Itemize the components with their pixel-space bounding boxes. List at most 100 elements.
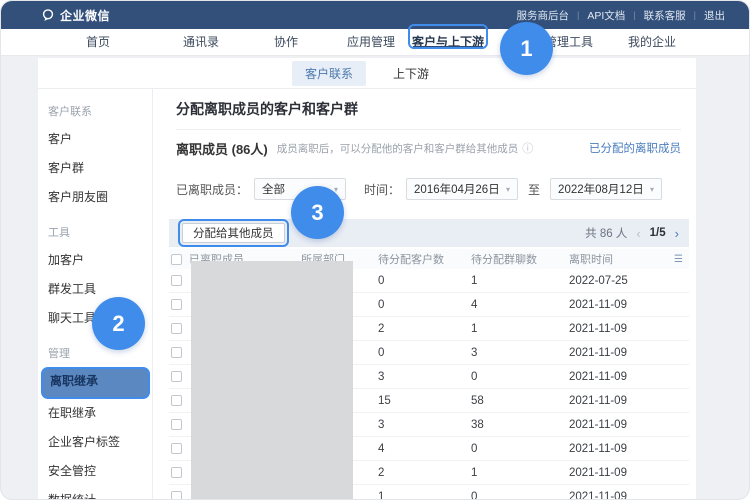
wecom-logo-icon [41, 8, 55, 22]
sidebar-item-customer-groups[interactable]: 客户群 [38, 154, 152, 183]
pending-groups-cell: 1 [471, 275, 569, 287]
api-docs-link[interactable]: API文档 [587, 8, 625, 23]
info-icon: ⓘ [522, 140, 533, 156]
pending-customers-cell: 0 [378, 299, 471, 311]
annotation-box-3: 分配给其他成员 [178, 219, 289, 247]
date-from-value: 2016年04月26日 [414, 181, 500, 197]
sidebar-item-customers[interactable]: 客户 [38, 125, 152, 154]
divider [176, 129, 681, 130]
tab-customer-contact[interactable]: 客户联系 [292, 61, 366, 86]
row-checkbox[interactable] [171, 299, 182, 310]
prev-page-icon[interactable]: ‹ [636, 226, 640, 241]
row-checkbox[interactable] [171, 371, 182, 382]
resign-date-cell: 2021-11-09 [569, 347, 664, 359]
main-content: 分配离职成员的客户和客户群 离职成员 (86人) 成员离职后，可以分配他的客户和… [153, 89, 696, 500]
nav-app-management[interactable]: 应用管理 [347, 33, 395, 50]
sidebar: 客户联系 客户 客户群 客户朋友圈 工具 加客户 群发工具 聊天工具 管理 离职… [38, 89, 153, 500]
resign-date-cell: 2021-11-09 [569, 491, 664, 500]
annotation-badge-2: 2 [92, 297, 145, 350]
topbar-links: 服务商后台 | API文档 | 联系客服 | 退出 [517, 8, 725, 23]
resign-date-cell: 2021-11-09 [569, 467, 664, 479]
pending-customers-cell: 0 [378, 275, 471, 287]
chevron-down-icon: ▾ [650, 185, 654, 194]
resign-date-cell: 2022-07-25 [569, 275, 664, 287]
resign-date-cell: 2021-11-09 [569, 299, 664, 311]
sidebar-item-group-message-tool[interactable]: 群发工具 [38, 275, 152, 304]
pending-customers-cell: 1 [378, 491, 471, 500]
row-checkbox[interactable] [171, 275, 182, 286]
page-indicator: 1/5 [650, 227, 666, 239]
member-filter-value: 全部 [262, 181, 285, 197]
date-to-select[interactable]: 2022年08月12日 ▾ [550, 178, 662, 200]
sidebar-item-customer-tags[interactable]: 企业客户标签 [38, 428, 152, 457]
pending-customers-cell: 3 [378, 419, 471, 431]
separator: | [577, 10, 579, 20]
sidebar-section-tools: 工具 [38, 224, 152, 242]
pending-groups-cell: 38 [471, 419, 569, 431]
pending-groups-cell: 1 [471, 467, 569, 479]
section-description: 成员离职后，可以分配他的客户和客户群给其他成员 [277, 141, 519, 156]
pending-customers-cell: 4 [378, 443, 471, 455]
resign-date-cell: 2021-11-09 [569, 323, 664, 335]
pending-customers-cell: 0 [378, 347, 471, 359]
row-checkbox[interactable] [171, 467, 182, 478]
next-page-icon[interactable]: › [675, 226, 679, 241]
sidebar-section-customer-contact: 客户联系 [38, 103, 152, 121]
pending-customers-cell: 2 [378, 467, 471, 479]
tab-updownstream[interactable]: 上下游 [380, 61, 442, 86]
date-from-select[interactable]: 2016年04月26日 ▾ [406, 178, 518, 200]
nav-home[interactable]: 首页 [86, 33, 110, 50]
resigned-members-count: 离职成员 (86人) [176, 139, 268, 158]
date-to-value: 2022年08月12日 [558, 181, 644, 197]
page-title: 分配离职成员的客户和客户群 [176, 99, 681, 119]
filter-row: 已离职成员： 全部 ▾ 时间： 2016年04月26日 ▾ 至 2022年08月… [176, 178, 689, 200]
sidebar-item-resignation-inheritance[interactable]: 离职继承 [41, 367, 150, 399]
sidebar-item-customer-moments[interactable]: 客户朋友圈 [38, 183, 152, 212]
topbar: 企业微信 服务商后台 | API文档 | 联系客服 | 退出 [1, 1, 750, 29]
assign-to-others-button[interactable]: 分配给其他成员 [182, 223, 285, 243]
main-nav: 首页 通讯录 协作 应用管理 客户与上下游 管理工具 我的企业 [1, 29, 750, 56]
sidebar-section-management: 管理 [38, 345, 152, 363]
header-pending-groupchats: 待分配群聊数 [471, 251, 569, 267]
nav-collaboration[interactable]: 协作 [274, 33, 298, 50]
row-checkbox[interactable] [171, 323, 182, 334]
row-checkbox[interactable] [171, 419, 182, 430]
nav-my-company[interactable]: 我的企业 [628, 33, 676, 50]
sidebar-item-onjob-inheritance[interactable]: 在职继承 [38, 399, 152, 428]
sidebar-item-security-control[interactable]: 安全管控 [38, 457, 152, 486]
row-checkbox[interactable] [171, 347, 182, 358]
assigned-members-link[interactable]: 已分配的离职成员 [589, 140, 681, 156]
resign-date-cell: 2021-11-09 [569, 395, 664, 407]
pending-groups-cell: 1 [471, 323, 569, 335]
column-settings-icon[interactable]: ☰ [664, 254, 689, 265]
nav-contacts[interactable]: 通讯录 [183, 33, 219, 50]
resign-date-cell: 2021-11-09 [569, 371, 664, 383]
row-checkbox[interactable] [171, 491, 182, 500]
annotation-box-1 [408, 24, 488, 49]
sidebar-item-statistics[interactable]: 数据统计 [38, 486, 152, 500]
logout-link[interactable]: 退出 [704, 8, 725, 23]
pending-customers-cell: 15 [378, 395, 471, 407]
pending-groups-cell: 0 [471, 443, 569, 455]
content-card: 客户联系 上下游 客户联系 客户 客户群 客户朋友圈 工具 加客户 群发工具 聊… [38, 58, 696, 500]
table-toolbar: 分配给其他成员 共 86 人 ‹ 1/5 › [169, 219, 689, 247]
pending-groups-cell: 3 [471, 347, 569, 359]
pending-groups-cell: 0 [471, 491, 569, 500]
sub-tabs: 客户联系 上下游 [38, 58, 696, 89]
header-resign-date: 离职时间 [569, 251, 664, 267]
resign-date-cell: 2021-11-09 [569, 443, 664, 455]
sidebar-item-add-customer[interactable]: 加客户 [38, 246, 152, 275]
provider-console-link[interactable]: 服务商后台 [517, 8, 570, 23]
total-count: 共 86 人 [585, 225, 627, 241]
app-window: 企业微信 服务商后台 | API文档 | 联系客服 | 退出 首页 通讯录 协作… [0, 0, 750, 500]
resign-date-cell: 2021-11-09 [569, 419, 664, 431]
chevron-down-icon: ▾ [506, 185, 510, 194]
logo-text: 企业微信 [60, 7, 110, 24]
logo: 企业微信 [41, 7, 110, 24]
annotation-badge-3: 3 [291, 186, 344, 239]
pending-groups-cell: 4 [471, 299, 569, 311]
contact-support-link[interactable]: 联系客服 [644, 8, 686, 23]
row-checkbox[interactable] [171, 395, 182, 406]
select-all-checkbox[interactable] [171, 254, 182, 265]
row-checkbox[interactable] [171, 443, 182, 454]
